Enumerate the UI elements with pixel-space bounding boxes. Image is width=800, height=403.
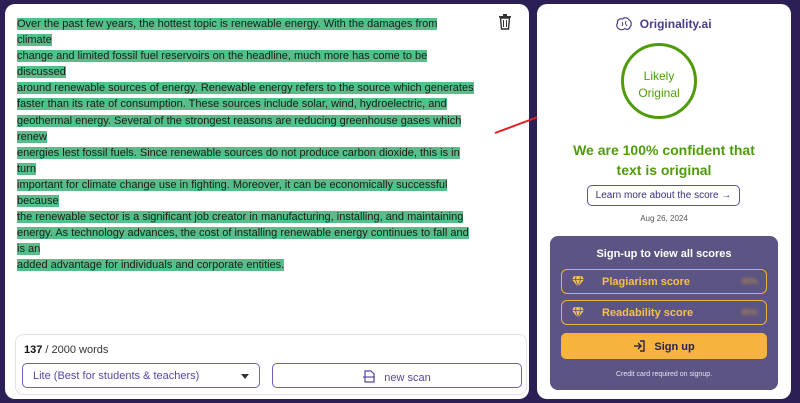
text-line: important for climate change use in figh… [17, 178, 448, 208]
word-limit: / 2000 words [45, 344, 109, 356]
scan-date: Aug 26, 2024 [640, 214, 688, 223]
text-line: change and limited fossil fuel reservoir… [17, 50, 428, 79]
text-line: around renewable sources of energy. Rene… [17, 82, 474, 95]
mode-select[interactable]: Lite (Best for students & teachers) [22, 363, 260, 388]
plagiarism-score-row[interactable]: Plagiarism score 80% [561, 269, 767, 294]
readability-label: Readability score [602, 307, 694, 319]
brand-name: Originality.ai [639, 17, 712, 31]
brain-logo-icon [616, 17, 633, 34]
verdict-badge: Likely Original [621, 43, 697, 119]
confidence-text: We are 100% confident that text is origi… [557, 140, 771, 180]
plagiarism-value: 80% [741, 277, 758, 286]
text-line: energies lest fossil fuels. Since renewa… [17, 146, 460, 175]
signup-title: Sign-up to view all scores [596, 248, 732, 260]
text-editor[interactable]: Over the past few years, the hottest top… [17, 16, 475, 274]
text-line: faster than its rate of consumption. The… [17, 98, 447, 111]
signup-button[interactable]: Sign up [561, 333, 767, 359]
confidence-line1: We are 100% confident that [573, 142, 755, 158]
gem-icon [572, 275, 584, 290]
trash-icon[interactable] [498, 14, 512, 30]
result-panel: Originality.ai Likely Original We are 10… [537, 4, 791, 399]
text-line: Over the past few years, the hottest top… [17, 18, 438, 47]
editor-panel: Over the past few years, the hottest top… [5, 4, 529, 399]
text-line: energy. As technology advances, the cost… [17, 227, 469, 256]
learn-more-button[interactable]: Learn more about the score → [587, 185, 740, 206]
confidence-line2: text is original [616, 162, 712, 178]
word-count: 137 / 2000 words [24, 344, 108, 356]
verdict-line1: Likely [643, 69, 675, 83]
readability-value: 80% [741, 308, 758, 317]
plagiarism-label: Plagiarism score [602, 276, 691, 288]
signup-card: Sign-up to view all scores Plagiarism sc… [550, 236, 778, 390]
scan-icon [363, 370, 376, 386]
new-scan-label: new scan [384, 372, 431, 384]
chevron-down-icon [241, 374, 249, 379]
signup-button-label: Sign up [654, 341, 695, 353]
verdict-line2: Original [638, 86, 680, 100]
mode-select-value: Lite (Best for students & teachers) [33, 370, 200, 382]
text-line: geothermal energy. Several of the strong… [17, 114, 462, 143]
text-line: added advantage for individuals and corp… [17, 259, 285, 272]
brand-header: Originality.ai [537, 17, 791, 34]
text-line: the renewable sector is a significant jo… [17, 211, 464, 224]
word-count-value: 137 [24, 344, 43, 356]
new-scan-button[interactable]: new scan [272, 363, 522, 388]
readability-score-row[interactable]: Readability score 80% [561, 300, 767, 325]
gem-icon [572, 306, 584, 321]
signup-note: Credit card required on signup. [615, 371, 713, 378]
login-icon [633, 340, 645, 355]
scan-controls: 137 / 2000 words Lite (Best for students… [15, 334, 527, 395]
